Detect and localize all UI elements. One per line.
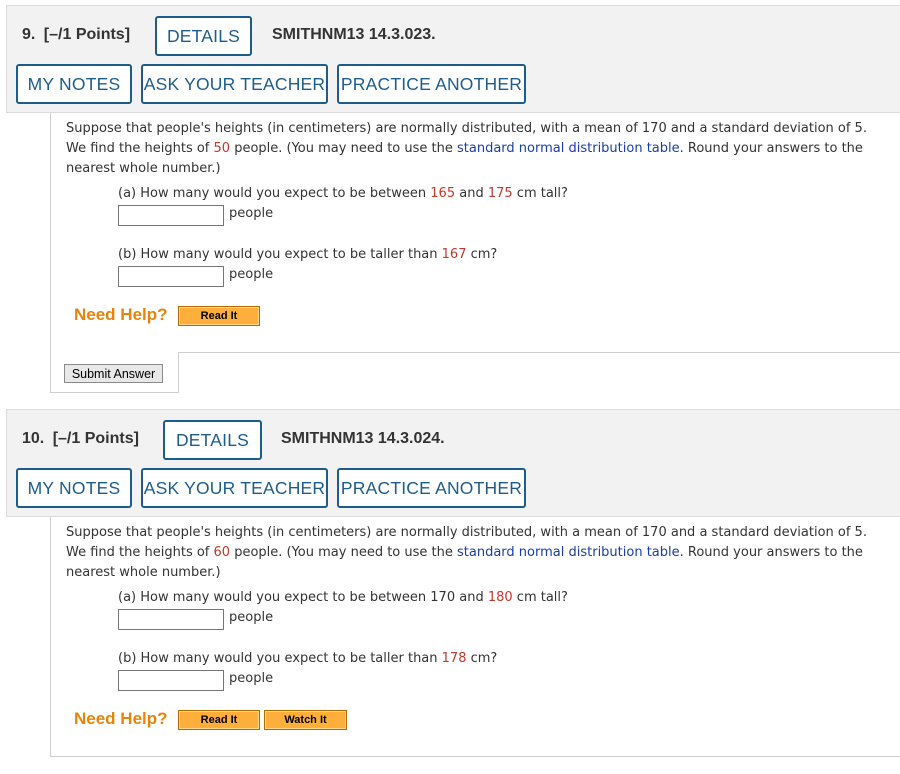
my-notes-button[interactable]: MY NOTES [16,468,132,508]
details-button[interactable]: DETAILS [155,16,252,56]
standard-normal-table-link[interactable]: standard normal distribution table [457,141,680,156]
submit-divider [178,352,900,353]
question-10-header: 10. [–/1 Points] DETAILS SMITHNM13 14.3.… [6,409,900,517]
sample-size-value: 50 [213,141,231,156]
part-a-upper: 180 [487,590,513,605]
part-a-upper: 175 [487,186,513,201]
question-9-header: 9. [–/1 Points] DETAILS SMITHNM13 14.3.0… [6,5,900,113]
part-b-prompt: (b) How many would you expect to be tall… [118,650,497,668]
watch-it-button[interactable]: Watch It [264,710,347,730]
read-it-button[interactable]: Read It [178,710,260,730]
question-code: SMITHNM13 14.3.023. [272,26,436,43]
sample-size-value: 60 [213,545,231,560]
part-a-text: and [455,590,488,605]
question-text-span: We find the heights of [66,141,214,156]
question-text-span: people. (You may need to use the [230,141,458,156]
my-notes-button[interactable]: MY NOTES [16,64,132,104]
ask-your-teacher-button[interactable]: ASK YOUR TEACHER [141,64,328,104]
part-a-text: cm tall? [512,186,568,201]
part-b-prompt: (b) How many would you expect to be tall… [118,246,497,264]
part-a-lower: 170 [430,590,456,605]
ask-your-teacher-button[interactable]: ASK YOUR TEACHER [141,468,328,508]
part-a-prompt: (a) How many would you expect to be betw… [118,185,568,203]
part-a-answer-input[interactable] [118,609,224,630]
question-text-line-1: Suppose that people's heights (in centim… [66,525,867,540]
need-help-label: Need Help? [74,305,168,324]
part-a-text: (a) How many would you expect to be betw… [118,186,431,201]
question-text: Suppose that people's heights (in centim… [66,523,881,583]
question-text-span: people. (You may need to use the [230,545,458,560]
question-text-span: We find the heights of [66,545,214,560]
question-10-bottom-border [50,756,900,757]
question-points: [–/1 Points] [52,430,139,447]
practice-another-button[interactable]: PRACTICE ANOTHER [337,468,526,508]
question-9-body: Suppose that people's heights (in centim… [50,113,900,352]
details-button[interactable]: DETAILS [163,420,262,460]
part-b-answer-input[interactable] [118,670,224,691]
part-a-answer-input[interactable] [118,205,224,226]
part-b-text: cm? [466,247,498,262]
question-text-span: . Round your answers to the [679,545,863,560]
question-text-line-3: nearest whole number.) [66,161,221,176]
question-code: SMITHNM13 14.3.024. [281,430,445,447]
part-b-text: (b) How many would you expect to be tall… [118,247,442,262]
question-text-line-2: We find the heights of 50 people. (You m… [66,139,881,159]
question-number: 9. [22,26,36,43]
question-text-line-3: nearest whole number.) [66,565,221,580]
part-a-unit: people [229,206,274,221]
part-b-threshold: 178 [441,651,467,666]
question-10-body: Suppose that people's heights (in centim… [50,517,900,757]
part-a-prompt: (a) How many would you expect to be betw… [118,589,568,607]
question-text: Suppose that people's heights (in centim… [66,119,881,179]
question-points: [–/1 Points] [43,26,131,43]
part-a-text: cm tall? [512,590,568,605]
question-9-number-points: 9. [–/1 Points] [22,26,130,44]
question-10-number-points: 10. [–/1 Points] [22,430,139,448]
part-b-unit: people [229,671,274,686]
need-help-label: Need Help? [74,709,168,728]
part-a-lower: 165 [430,186,456,201]
read-it-button[interactable]: Read It [178,306,260,326]
part-a-text: and [455,186,488,201]
part-b-text: (b) How many would you expect to be tall… [118,651,442,666]
submit-answer-button[interactable]: Submit Answer [64,364,163,383]
question-number: 10. [22,430,45,447]
part-b-answer-input[interactable] [118,266,224,287]
part-b-unit: people [229,267,274,282]
part-a-unit: people [229,610,274,625]
part-b-threshold: 167 [441,247,467,262]
question-text-line-2: We find the heights of 60 people. (You m… [66,543,881,563]
question-text-span: . Round your answers to the [679,141,863,156]
standard-normal-table-link[interactable]: standard normal distribution table [457,545,680,560]
question-text-line-1: Suppose that people's heights (in centim… [66,121,867,136]
part-a-text: (a) How many would you expect to be betw… [118,590,431,605]
practice-another-button[interactable]: PRACTICE ANOTHER [337,64,526,104]
part-b-text: cm? [466,651,498,666]
